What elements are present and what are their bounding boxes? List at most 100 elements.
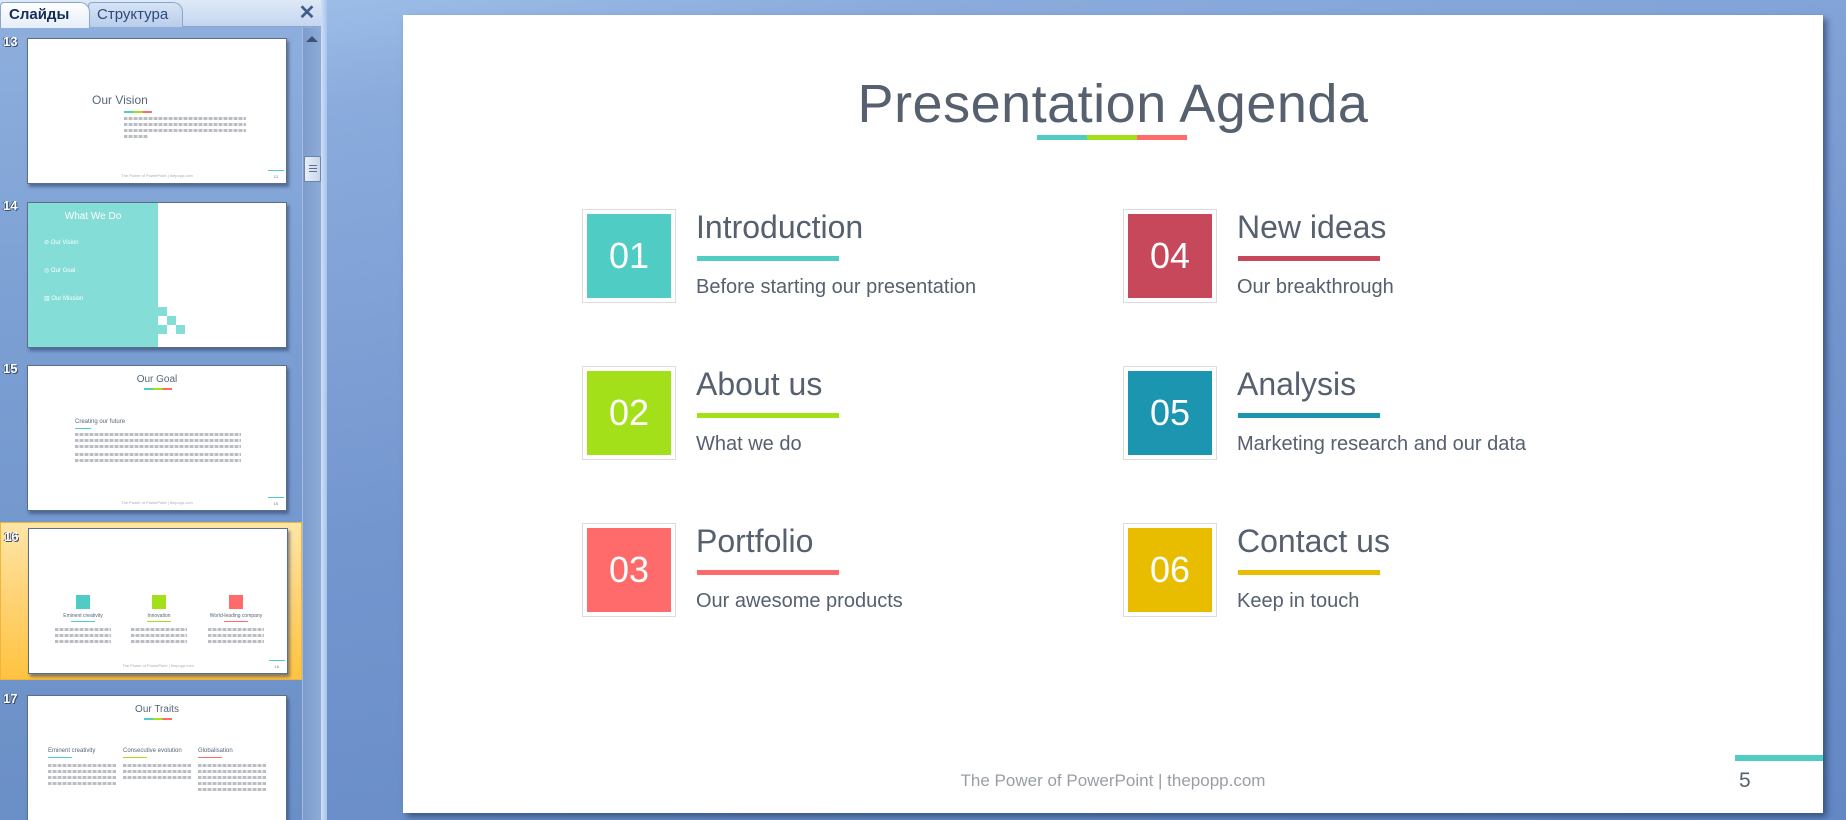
thumbnail-number: 14 [3, 198, 18, 213]
agenda-number-box: 01 [582, 209, 676, 303]
thumbnail-underline [144, 718, 172, 720]
slide-thumbnail[interactable]: Our Vision The Power of PowerPoint | the… [27, 38, 287, 184]
agenda-item[interactable]: 06 Contact us Keep in touch [1123, 523, 1583, 623]
target-icon: ◎ [44, 268, 50, 274]
agenda-item[interactable]: 04 New ideas Our breakthrough [1123, 209, 1583, 309]
agenda-subtitle: Keep in touch [1237, 590, 1360, 612]
thumbnail-number: 16 [4, 529, 19, 544]
panel-tabs: Слайды Структура ✕ [0, 0, 322, 28]
thumbnail-scrollbar[interactable] [302, 28, 321, 820]
scroll-thumb[interactable] [304, 156, 321, 182]
thumbnail-text [123, 776, 191, 779]
thumbnail-text [124, 129, 246, 132]
agenda-item[interactable]: 01 Introduction Before starting our presen… [582, 209, 1042, 309]
thumbnail-teal-panel [28, 203, 158, 347]
thumbnail-text [123, 770, 191, 773]
underline-segment [1137, 135, 1187, 140]
thumbnail-footer: The Power of PowerPoint | thepopp.com [121, 500, 193, 505]
thumbnail-column-bar [71, 621, 95, 622]
thumbnail-list-item: ▥ Our Mission [44, 296, 84, 302]
lightbulb-icon [76, 595, 90, 609]
chart-icon: ▥ [44, 296, 50, 302]
slides-panel: Слайды Структура ✕ 13 Our Vision The Pow… [0, 0, 322, 820]
scroll-up-arrow-icon[interactable] [306, 36, 318, 42]
thumbnail-text [55, 640, 111, 643]
globe-icon [229, 595, 243, 609]
thumbnail-text [124, 117, 246, 120]
agenda-subtitle: Marketing research and our data [1237, 433, 1527, 455]
thumbnail-underline [144, 388, 172, 390]
thumbnail-text [75, 459, 241, 462]
thumbnail-text [55, 628, 111, 631]
agenda-heading: Portfolio [696, 523, 814, 559]
agenda-subtitle: Before starting our presentation [696, 276, 977, 298]
thumbnail-column-title: Eminent creativity [63, 613, 103, 619]
thumbnail-column-bar [147, 621, 171, 622]
agenda-number: 05 [1128, 371, 1212, 455]
thumbnail-number: 13 [3, 34, 18, 49]
agenda-heading-bar [1238, 413, 1380, 418]
slide-footer[interactable]: The Power of PowerPoint | thepopp.com [403, 771, 1823, 791]
thumbnail-text [198, 788, 266, 791]
close-icon[interactable]: ✕ [297, 3, 317, 23]
thumbnail-subtitle-bar [75, 428, 91, 429]
thumbnail-subtitle: Creating our future [75, 419, 126, 425]
title-underline [1037, 135, 1187, 140]
agenda-heading: About us [696, 366, 823, 402]
thumbnail-item-selected[interactable]: 16 Eminent creativity Innovation World-l… [0, 522, 302, 680]
agenda-heading-bar [697, 256, 839, 261]
slide-thumbnail[interactable]: Our Goal Creating our future The Power o… [27, 365, 287, 511]
thumbnail-title: What We Do [64, 211, 122, 222]
decor-square [167, 316, 176, 325]
thumbnail-text [48, 770, 116, 773]
agenda-heading: New ideas [1237, 209, 1387, 245]
agenda-subtitle: Our breakthrough [1237, 276, 1394, 298]
thumbnail-column-title: Consecutive evolution [123, 748, 182, 754]
thumbnail-text [198, 770, 266, 773]
thumbnail-column-bar [198, 757, 222, 758]
slide-thumbnail[interactable]: What We Do ⊘ Our Vision ◎ Our Goal ▥ Our… [27, 202, 287, 348]
gear-icon [152, 595, 166, 609]
thumbnail-text [208, 628, 264, 631]
decor-square [158, 325, 167, 334]
agenda-heading: Introduction [696, 209, 864, 245]
agenda-number: 04 [1128, 214, 1212, 298]
slide-thumbnail[interactable]: Eminent creativity Innovation World-lead… [28, 528, 288, 674]
thumbnail-text [123, 764, 191, 767]
agenda-heading-bar [697, 413, 839, 418]
agenda-number-box: 03 [582, 523, 676, 617]
current-slide[interactable]: Presentation Agenda 01 Introduction Before… [403, 15, 1823, 813]
thumbnail-page-number: 15 [273, 501, 278, 506]
agenda-number-box: 06 [1123, 523, 1217, 617]
agenda-item[interactable]: 03 Portfolio Our awesome products [582, 523, 1042, 623]
tab-outline[interactable]: Структура [88, 2, 183, 27]
thumbnail-text [131, 634, 187, 637]
agenda-heading: Contact us [1237, 523, 1390, 559]
decor-square [176, 325, 185, 334]
thumbnail-list-item: ◎ Our Goal [44, 268, 76, 274]
slide-page-number[interactable]: 5 [1739, 769, 1751, 793]
tab-slides[interactable]: Слайды [0, 2, 90, 28]
thumbnail-column-title: Eminent creativity [48, 748, 96, 754]
thumbnail-text [48, 776, 116, 779]
agenda-item[interactable]: 05 Analysis Marketing research and our dat… [1123, 366, 1583, 466]
agenda-number: 01 [587, 214, 671, 298]
agenda-item[interactable]: 02 About us What we do [582, 366, 1042, 466]
page-number-bar [1735, 755, 1823, 761]
agenda-number-box: 04 [1123, 209, 1217, 303]
thumbnail-text [208, 634, 264, 637]
thumbnail-page-number: 13 [273, 174, 278, 179]
thumbnail-text [48, 782, 116, 785]
thumbnail-column-title: World-leading company [209, 613, 263, 619]
thumbnail-item[interactable]: 17 Our Traits Eminent creativity Consecu… [0, 685, 302, 820]
thumbnail-item[interactable]: 14 What We Do ⊘ Our Vision ◎ Our Goal ▥ … [0, 192, 302, 356]
thumbnail-text [48, 764, 116, 767]
slide-editing-area: Presentation Agenda 01 Introduction Before… [327, 0, 1846, 820]
slide-title[interactable]: Presentation Agenda [403, 73, 1823, 135]
thumbnail-item[interactable]: 13 Our Vision The Power of PowerPoint | … [0, 28, 302, 192]
underline-segment [1037, 135, 1087, 140]
slide-thumbnail[interactable]: Our Traits Eminent creativity Consecutiv… [27, 695, 287, 820]
thumbnail-item[interactable]: 15 Our Goal Creating our future The Powe… [0, 355, 302, 519]
thumbnail-text [198, 782, 266, 785]
agenda-heading-bar [697, 570, 839, 575]
